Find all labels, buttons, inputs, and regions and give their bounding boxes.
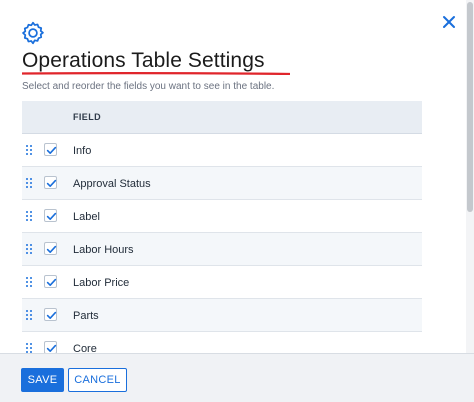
drag-handle-icon[interactable] [25,309,33,321]
table-row: Info [22,134,422,167]
field-label: Labor Hours [73,244,134,256]
drag-handle-icon[interactable] [25,210,33,222]
table-row: Approval Status [22,167,422,200]
field-label: Parts [73,310,99,322]
table-row: Labor Hours [22,233,422,266]
checkmark-icon [46,245,57,253]
drag-handle-icon[interactable] [25,177,33,189]
field-label: Label [73,211,100,223]
checkmark-icon [46,179,57,187]
table-row: Labor Price [22,266,422,299]
field-checkbox[interactable] [44,242,57,255]
field-checkbox[interactable] [44,143,57,156]
modal-title: Operations Table Settings [22,49,265,72]
close-icon[interactable] [440,13,458,31]
table-body: Info Approval Status Label Labor Hours Labor… [22,134,422,365]
table-row: Label [22,200,422,233]
checkmark-icon [46,278,57,286]
checkmark-icon [46,146,57,154]
table-settings-modal: Operations Table Settings Select and reo… [0,0,474,402]
table-header: FIELD [22,101,422,134]
scrollbar-thumb[interactable] [467,2,473,212]
field-checkbox[interactable] [44,275,57,288]
checkmark-icon [46,212,57,220]
field-label: Approval Status [73,178,151,190]
field-checkbox[interactable] [44,176,57,189]
drag-handle-icon[interactable] [25,276,33,288]
drag-handle-icon[interactable] [25,144,33,156]
table-row: Parts [22,299,422,332]
checkmark-icon [46,311,57,319]
drag-handle-icon[interactable] [25,243,33,255]
cancel-button[interactable]: CANCEL [68,368,127,392]
modal-footer: SAVE CANCEL [0,353,474,402]
modal-subtitle: Select and reorder the fields you want t… [22,81,275,92]
field-checkbox[interactable] [44,308,57,321]
gear-icon [22,21,44,45]
fields-table: FIELD Info Approval Status Label Labor Hour… [22,101,422,365]
column-header-field: FIELD [73,112,101,122]
field-checkbox[interactable] [44,209,57,222]
save-button[interactable]: SAVE [21,368,64,392]
title-underline [22,72,290,75]
field-label: Labor Price [73,277,130,289]
field-label: Info [73,145,92,157]
